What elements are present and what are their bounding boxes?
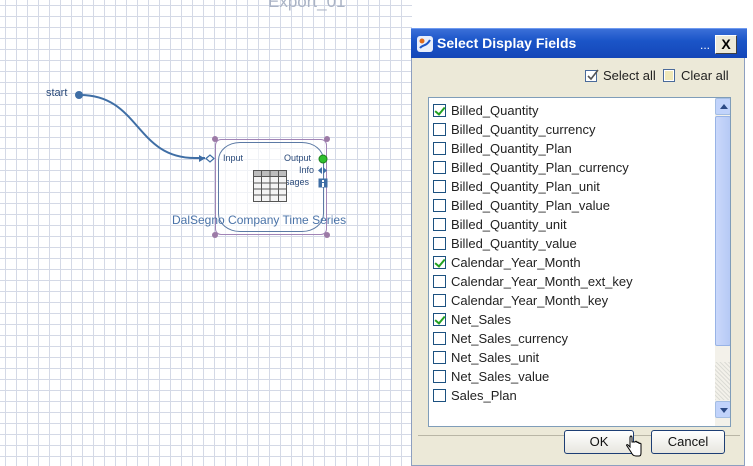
flow-canvas[interactable]: Export_01 start Input Output Info Messag… [0, 0, 412, 466]
java-app-icon [417, 36, 433, 52]
field-label: Billed_Quantity_currency [451, 122, 596, 137]
field-item[interactable]: Net_Sales [433, 310, 511, 329]
field-checkbox[interactable] [433, 351, 446, 364]
messages-port-icon[interactable] [318, 178, 328, 188]
field-label: Billed_Quantity_Plan [451, 141, 572, 156]
hand-cursor-icon [626, 435, 642, 457]
field-checkbox[interactable] [433, 123, 446, 136]
title-dots: ... [700, 38, 711, 52]
field-checkbox[interactable] [433, 237, 446, 250]
select-all-button[interactable]: Select all [584, 68, 656, 83]
field-checkbox[interactable] [433, 313, 446, 326]
field-label: Calendar_Year_Month [451, 255, 581, 270]
chevron-up-icon [720, 104, 728, 109]
scroll-down-button[interactable] [715, 401, 730, 418]
clear-all-label: Clear all [681, 68, 729, 83]
field-item[interactable]: Billed_Quantity_Plan_currency [433, 158, 629, 177]
dialog-title: Select Display Fields [437, 35, 577, 51]
field-label: Billed_Quantity_Plan_unit [451, 179, 600, 194]
field-checkbox[interactable] [433, 218, 446, 231]
field-checkbox[interactable] [433, 275, 446, 288]
output-port-label: Output [284, 153, 312, 163]
table-grid-icon [253, 170, 287, 202]
field-label: Billed_Quantity_Plan_currency [451, 160, 629, 175]
field-item[interactable]: Billed_Quantity_value [433, 234, 577, 253]
field-label: Net_Sales_currency [451, 331, 569, 346]
select-display-fields-dialog: Select Display Fields ... X Select all C… [411, 28, 747, 466]
field-label: Billed_Quantity_unit [451, 217, 567, 232]
field-label: Sales_Plan [451, 388, 517, 403]
chevron-down-icon [720, 408, 728, 413]
start-label: start [46, 87, 68, 99]
field-label: Calendar_Year_Month_key [451, 293, 609, 308]
field-checkbox[interactable] [433, 161, 446, 174]
scroll-thumb[interactable] [715, 116, 730, 346]
start-port[interactable] [74, 90, 85, 101]
field-checkbox[interactable] [433, 389, 446, 402]
vertical-scrollbar[interactable] [715, 98, 730, 426]
field-items-container: Billed_Quantity Billed_Quantity_currency B… [429, 98, 715, 426]
field-checkbox[interactable] [433, 142, 446, 155]
field-label: Net_Sales_unit [451, 350, 540, 365]
field-item[interactable]: Calendar_Year_Month_key [433, 291, 608, 310]
field-checkbox[interactable] [433, 370, 446, 383]
ok-button[interactable]: OK [564, 430, 634, 454]
selection-toolbar: Select all Clear all [412, 64, 746, 86]
node-title: DalSegno Company Time Series [172, 213, 347, 227]
field-checkbox[interactable] [433, 199, 446, 212]
field-item[interactable]: Sales_Plan [433, 386, 517, 405]
field-item[interactable]: Billed_Quantity_Plan_value [433, 196, 610, 215]
output-port-icon[interactable] [318, 154, 328, 164]
field-item[interactable]: Calendar_Year_Month [433, 253, 581, 272]
field-item[interactable]: Net_Sales_unit [433, 348, 539, 367]
field-label: Billed_Quantity_value [451, 236, 577, 251]
field-item[interactable]: Calendar_Year_Month_ext_key [433, 272, 633, 291]
info-port-icon[interactable] [317, 166, 328, 175]
field-checkbox[interactable] [433, 180, 446, 193]
input-port-icon[interactable] [199, 154, 217, 163]
select-all-label: Select all [603, 68, 656, 83]
field-label: Net_Sales [451, 312, 511, 327]
field-item[interactable]: Net_Sales_value [433, 367, 549, 386]
field-item[interactable]: Billed_Quantity_unit [433, 215, 567, 234]
field-checkbox[interactable] [433, 104, 446, 117]
input-port-label: Input [223, 153, 244, 163]
dialog-titlebar[interactable]: Select Display Fields ... X [411, 28, 747, 58]
field-label: Billed_Quantity [451, 103, 539, 118]
field-checkbox[interactable] [433, 256, 446, 269]
scroll-up-button[interactable] [715, 98, 730, 115]
close-icon: X [721, 36, 731, 52]
field-item[interactable]: Net_Sales_currency [433, 329, 568, 348]
field-label: Billed_Quantity_Plan_value [451, 198, 610, 213]
info-port-label: Info [299, 165, 315, 175]
field-item[interactable]: Billed_Quantity [433, 101, 538, 120]
field-item[interactable]: Billed_Quantity_Plan_unit [433, 177, 600, 196]
select-all-icon [585, 69, 599, 82]
clear-all-button[interactable]: Clear all [662, 68, 729, 83]
field-label: Calendar_Year_Month_ext_key [451, 274, 633, 289]
field-checkbox[interactable] [433, 294, 446, 307]
clear-all-icon [663, 69, 675, 82]
connection-wire [75, 91, 205, 159]
field-label: Net_Sales_value [451, 369, 550, 384]
field-item[interactable]: Billed_Quantity_Plan [433, 139, 572, 158]
field-item[interactable]: Billed_Quantity_currency [433, 120, 596, 139]
cancel-button[interactable]: Cancel [651, 430, 725, 454]
close-button[interactable]: X [715, 35, 737, 54]
fields-list[interactable]: Billed_Quantity Billed_Quantity_currency B… [428, 97, 731, 427]
field-checkbox[interactable] [433, 332, 446, 345]
